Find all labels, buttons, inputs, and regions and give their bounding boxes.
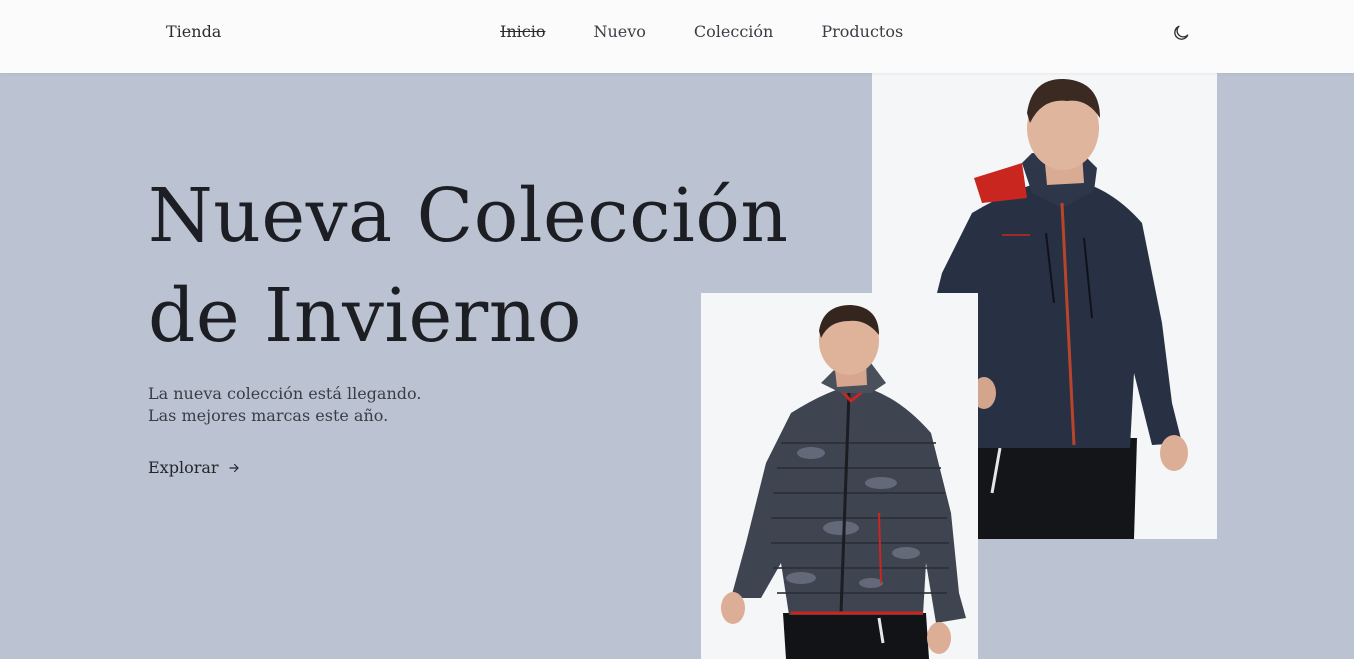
main-nav: Inicio Nuevo Colección Productos: [500, 22, 951, 41]
man-camo-puffer-jacket-photo: [701, 293, 978, 659]
explore-label: Explorar: [148, 458, 219, 477]
nav-item-inicio[interactable]: Inicio: [500, 22, 545, 41]
logo-link[interactable]: Tienda: [166, 22, 221, 41]
hero-title: Nueva Colección de Invierno: [148, 166, 789, 366]
hero-description-line-2: Las mejores marcas este año.: [148, 406, 389, 425]
site-header: Tienda Inicio Nuevo Colección Productos: [0, 0, 1354, 73]
theme-toggle-button[interactable]: [1171, 23, 1191, 43]
nav-item-nuevo[interactable]: Nuevo: [593, 22, 645, 41]
arrow-right-icon: [228, 463, 239, 472]
hero-description-line-1: La nueva colección está llegando.: [148, 384, 422, 403]
nav-item-coleccion[interactable]: Colección: [694, 22, 773, 41]
hero-title-line-1: Nueva Colección: [148, 173, 789, 259]
moon-icon: [1174, 25, 1189, 40]
hero-title-line-2: de Invierno: [148, 273, 582, 359]
explore-link[interactable]: Explorar: [148, 458, 241, 477]
nav-item-productos[interactable]: Productos: [821, 22, 903, 41]
hero-description: La nueva colección está llegando. Las me…: [148, 383, 421, 427]
product-image-puffer-jacket[interactable]: [701, 293, 978, 659]
